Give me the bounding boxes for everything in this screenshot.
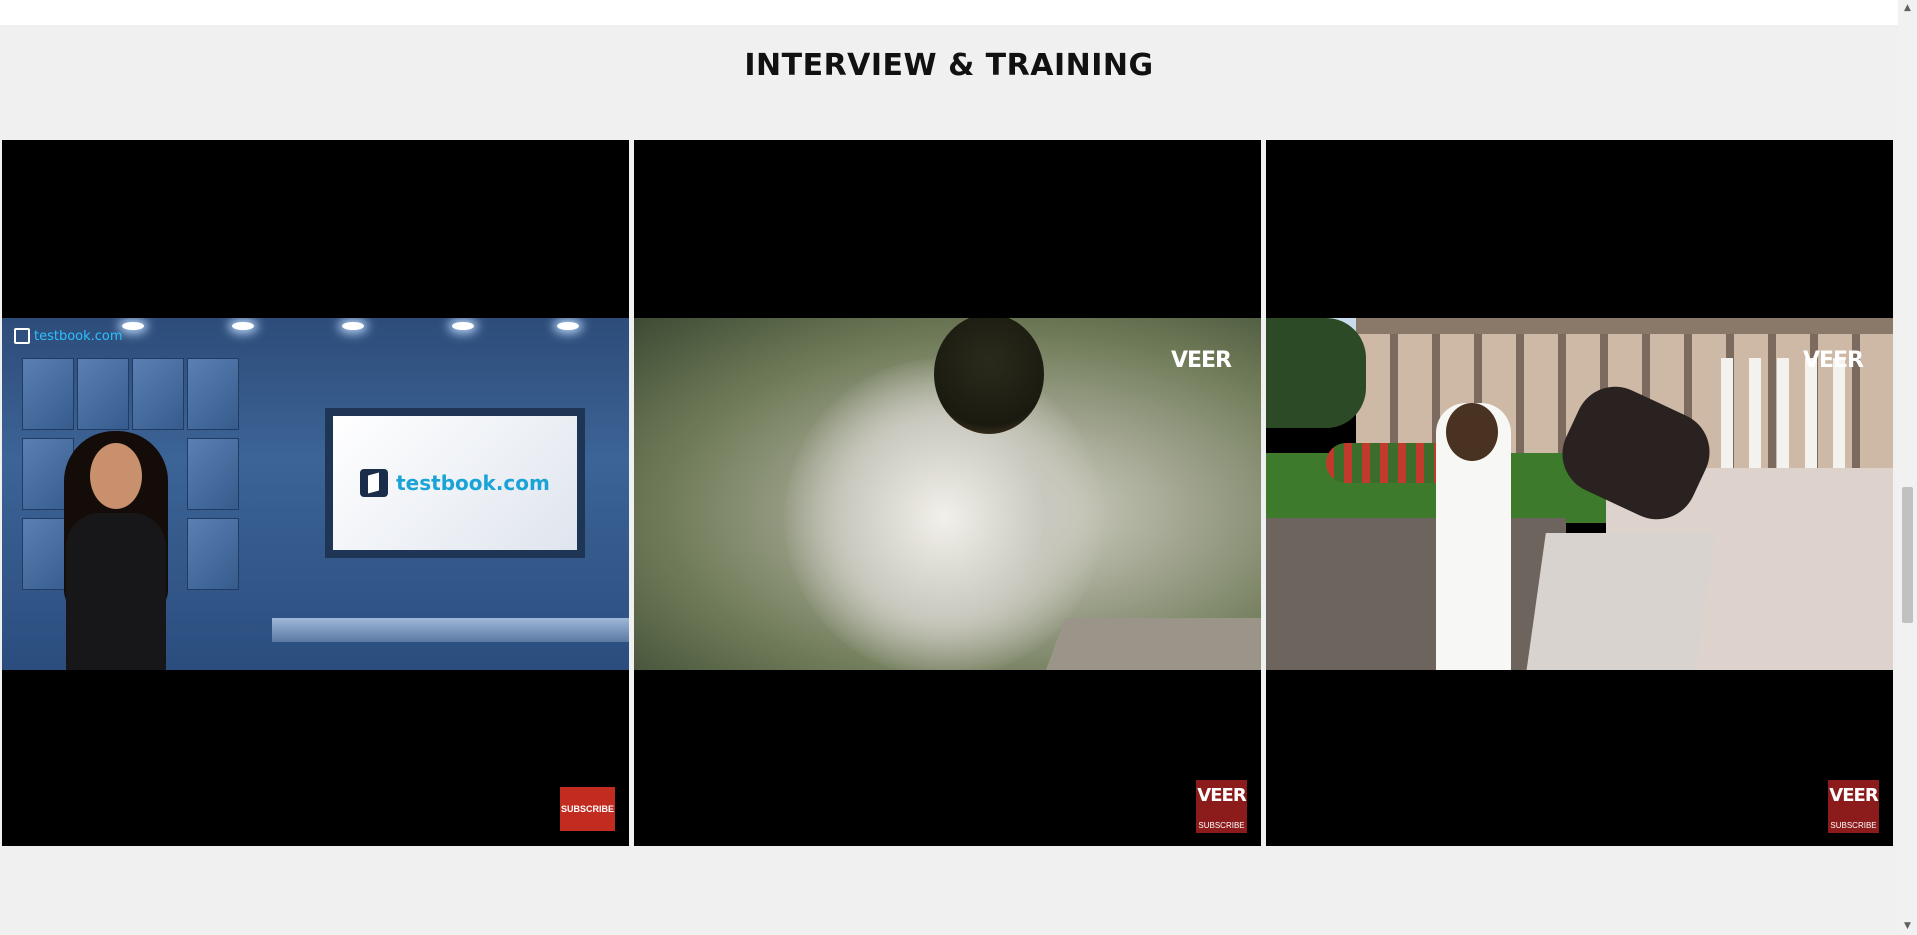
page-scrollbar[interactable]: ▲ ▼ bbox=[1898, 0, 1917, 935]
studio-desk bbox=[272, 618, 629, 642]
presenter-body bbox=[66, 513, 166, 670]
rock bbox=[1043, 618, 1261, 670]
stone-wall bbox=[1266, 518, 1566, 670]
subscribe-label: SUBSCRIBE bbox=[1198, 821, 1245, 830]
subscribe-button-3[interactable]: VEER SUBSCRIBE bbox=[1828, 780, 1879, 833]
studio-light bbox=[232, 322, 254, 330]
book-icon bbox=[360, 469, 389, 497]
wall-panel bbox=[187, 518, 239, 590]
video-embed-3[interactable]: VEER VEER SUBSCRIBE bbox=[1266, 140, 1893, 846]
wall-panel bbox=[187, 438, 239, 510]
studio-light bbox=[557, 322, 579, 330]
scrollbar-thumb[interactable] bbox=[1902, 487, 1913, 623]
studio-light bbox=[452, 322, 474, 330]
wall-panel bbox=[132, 358, 184, 430]
video-embed-2[interactable]: VEER VEER SUBSCRIBE bbox=[634, 140, 1261, 846]
wall-panel bbox=[77, 358, 129, 430]
testbook-mark-icon bbox=[14, 328, 30, 344]
section-title: INTERVIEW & TRAINING bbox=[744, 48, 1154, 83]
presenter-face bbox=[90, 443, 142, 509]
studio-light bbox=[122, 322, 144, 330]
tree bbox=[1266, 318, 1366, 428]
building-roof bbox=[1356, 318, 1893, 334]
wall-panel bbox=[187, 358, 239, 430]
page-top-strip bbox=[0, 0, 1898, 25]
video-thumbnail-1[interactable]: testbook.com testbook.com bbox=[2, 318, 629, 670]
building-columns bbox=[1721, 358, 1851, 468]
scroll-up-arrow-icon[interactable]: ▲ bbox=[1898, 0, 1917, 17]
video-embed-1[interactable]: testbook.com testbook.com SUBSCRIBE bbox=[2, 140, 629, 846]
channel-watermark-3: VEER bbox=[1802, 348, 1864, 373]
subscribe-label: SUBSCRIBE bbox=[1830, 821, 1877, 830]
channel-watermark-2: VEER bbox=[1170, 348, 1232, 373]
video-thumbnail-3[interactable]: VEER bbox=[1266, 318, 1893, 670]
veer-logo: VEER bbox=[1197, 785, 1246, 806]
studio-light bbox=[342, 322, 364, 330]
scroll-down-arrow-icon[interactable]: ▼ bbox=[1898, 918, 1917, 935]
studio-screen: testbook.com bbox=[325, 408, 585, 558]
channel-watermark-1: testbook.com bbox=[14, 328, 123, 344]
testbook-logo: testbook.com bbox=[360, 469, 550, 497]
screen-logo-text: testbook.com bbox=[396, 471, 550, 495]
wall-panel bbox=[22, 358, 74, 430]
video-thumbnail-2[interactable]: VEER bbox=[634, 318, 1261, 670]
video-grid: testbook.com testbook.com SUBSCRIBE VEER bbox=[2, 140, 1894, 846]
veer-logo: VEER bbox=[1829, 785, 1878, 806]
person-head bbox=[1446, 403, 1498, 461]
watermark-text: testbook.com bbox=[34, 328, 123, 344]
subscribe-button-1[interactable]: SUBSCRIBE bbox=[560, 787, 615, 831]
pedestal bbox=[1526, 533, 1716, 670]
submerged-head bbox=[934, 318, 1044, 434]
subscribe-button-2[interactable]: VEER SUBSCRIBE bbox=[1196, 780, 1247, 833]
